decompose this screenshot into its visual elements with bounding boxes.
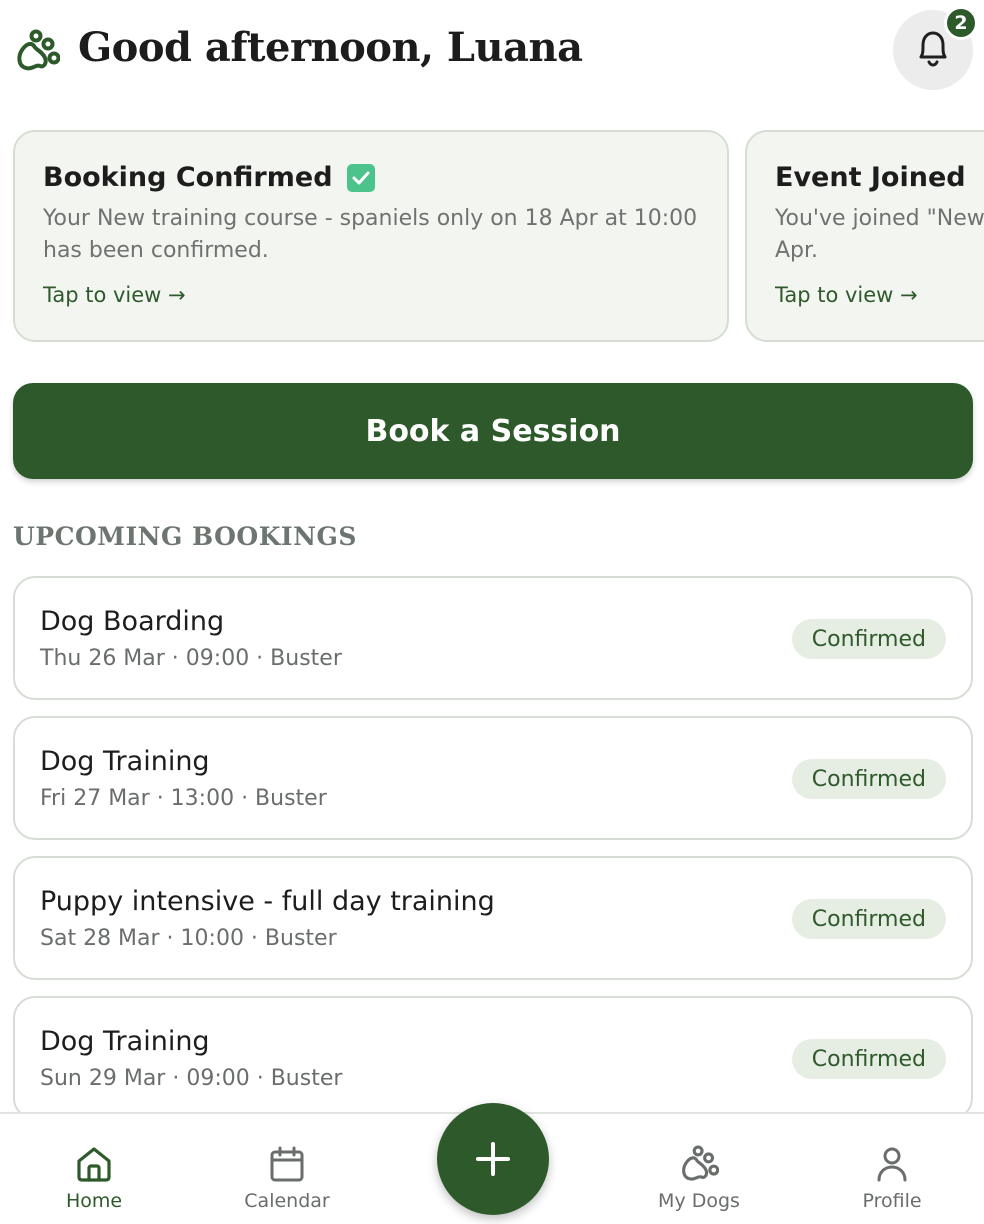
paw-icon	[682, 1145, 719, 1181]
status-badge: Confirmed	[791, 759, 946, 799]
bell-icon	[915, 29, 951, 71]
booking-card[interactable]: Puppy intensive - full day training Sat …	[13, 856, 973, 980]
status-badge: Confirmed	[791, 899, 946, 939]
home-icon	[77, 1147, 111, 1182]
app-header: Good afternoon, Luana 2	[0, 0, 984, 110]
booking-title: Dog Training	[40, 746, 210, 777]
greeting-title: Good afternoon, Luana	[78, 24, 583, 71]
calendar-icon	[270, 1146, 304, 1182]
tap-to-view-link[interactable]: Tap to view →	[775, 283, 984, 307]
paw-logo-icon	[14, 28, 61, 74]
status-badge: Confirmed	[791, 619, 946, 659]
booking-title: Dog Training	[40, 1026, 210, 1057]
nav-item-calendar[interactable]: Calendar	[217, 1114, 357, 1224]
notification-body: Your New training course - spaniels only…	[43, 203, 699, 267]
add-button[interactable]	[437, 1103, 549, 1215]
booking-card[interactable]: Dog Training Fri 27 Mar · 13:00 · Buster…	[13, 716, 973, 840]
nav-label: My Dogs	[658, 1190, 740, 1212]
upcoming-bookings-heading: UPCOMING BOOKINGS	[13, 522, 357, 551]
notification-body: You've joined "New Apr.	[775, 203, 984, 267]
notification-body-line: Apr.	[775, 238, 819, 263]
nav-item-my-dogs[interactable]: My Dogs	[629, 1114, 769, 1224]
notification-body-line: has been confirmed.	[43, 238, 269, 263]
notification-card-booking-confirmed[interactable]: Booking Confirmed Your New training cour…	[13, 130, 729, 342]
notification-title: Booking Confirmed	[43, 162, 333, 193]
notification-card-event-joined[interactable]: Event Joined You've joined "New Apr. Tap…	[745, 130, 984, 342]
notification-body-line: Your New training course - spaniels only…	[43, 206, 698, 231]
notification-count-badge: 2	[944, 6, 978, 40]
booking-details: Fri 27 Mar · 13:00 · Buster	[40, 786, 327, 811]
notification-title-row: Booking Confirmed	[43, 162, 699, 193]
notification-body-line: You've joined "New	[775, 206, 984, 231]
status-badge: Confirmed	[791, 1039, 946, 1079]
profile-icon	[877, 1147, 907, 1182]
tap-to-view-link[interactable]: Tap to view →	[43, 283, 699, 307]
plus-icon	[476, 1142, 510, 1176]
nav-label: Calendar	[244, 1190, 330, 1212]
nav-label: Home	[65, 1190, 123, 1212]
booking-card[interactable]: Dog Boarding Thu 26 Mar · 09:00 · Buster…	[13, 576, 973, 700]
booking-details: Sat 28 Mar · 10:00 · Buster	[40, 926, 337, 951]
booking-details: Sun 29 Mar · 09:00 · Buster	[40, 1066, 343, 1091]
booking-title: Dog Boarding	[40, 606, 225, 637]
nav-item-home[interactable]: Home	[24, 1114, 164, 1224]
book-session-button[interactable]: Book a Session	[13, 383, 973, 479]
nav-item-profile[interactable]: Profile	[822, 1114, 962, 1224]
check-mark-icon	[346, 163, 375, 192]
nav-label: Profile	[862, 1190, 922, 1212]
notification-carousel[interactable]: Booking Confirmed Your New training cour…	[0, 130, 984, 344]
notification-title: Event Joined	[775, 162, 966, 193]
booking-details: Thu 26 Mar · 09:00 · Buster	[40, 646, 342, 671]
booking-title: Puppy intensive - full day training	[40, 886, 495, 917]
booking-card[interactable]: Dog Training Sun 29 Mar · 09:00 · Buster…	[13, 996, 973, 1120]
